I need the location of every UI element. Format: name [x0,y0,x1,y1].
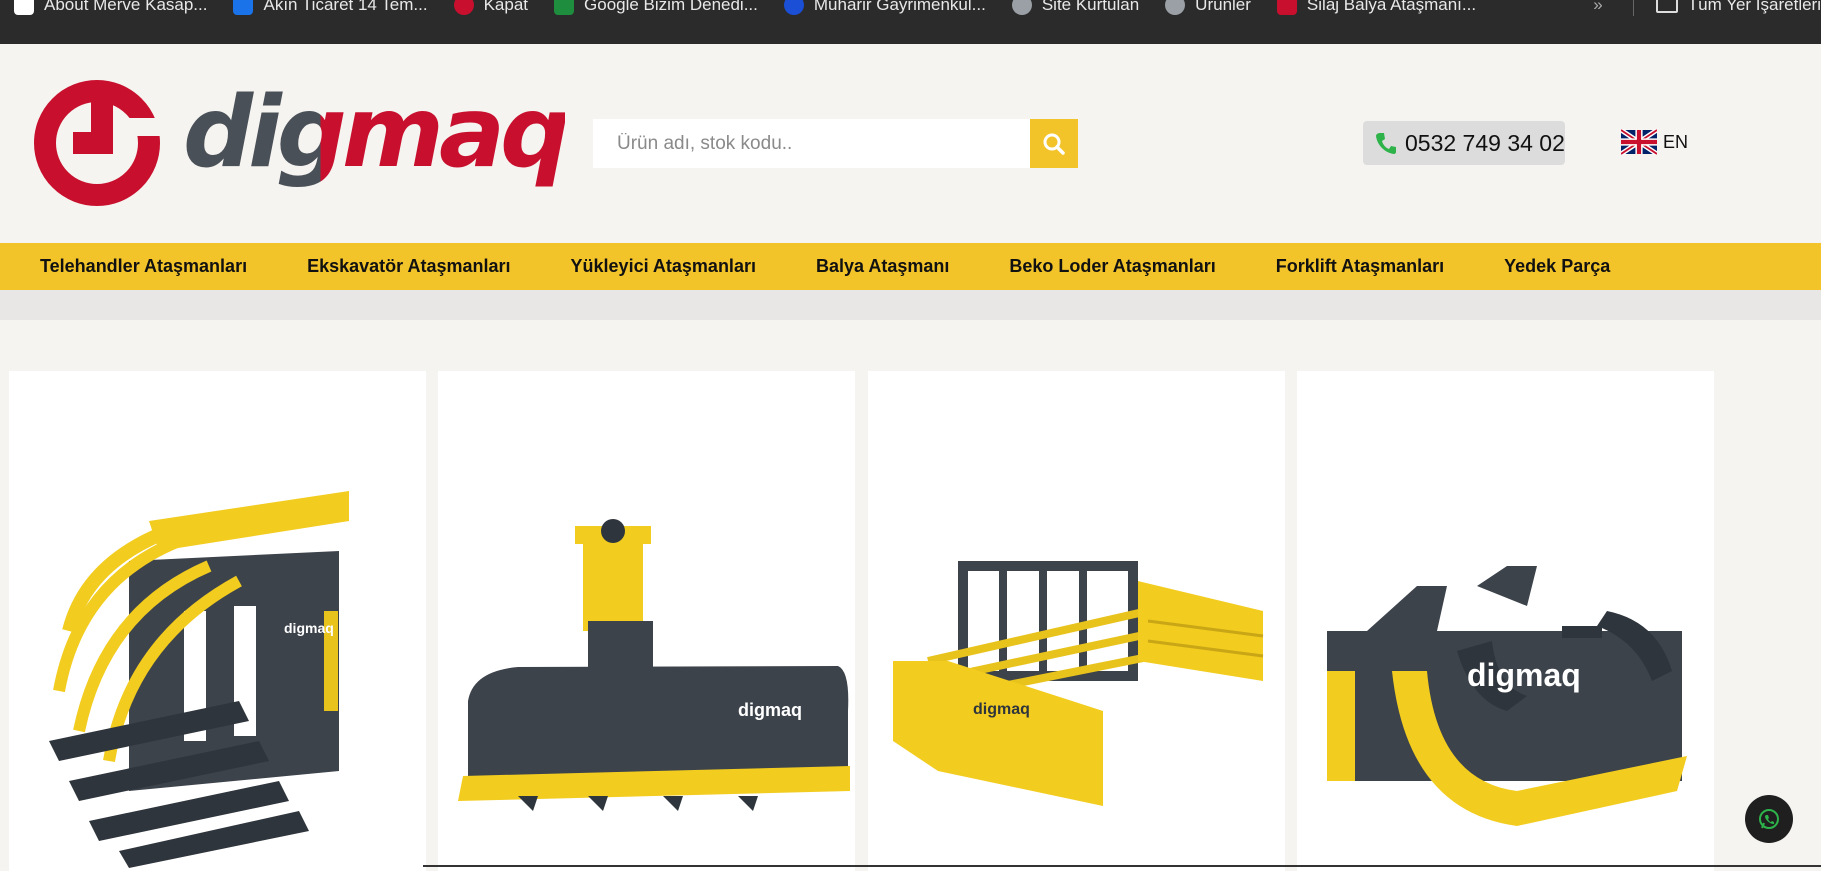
globe-icon [1165,0,1186,15]
logo-text: digmaq [183,76,570,190]
product-brand: digmaq [284,620,334,636]
product-card[interactable]: digmaq [438,371,855,871]
globe-icon [1011,0,1032,15]
bookmarks-list: About Merve Kasap... Akın Ticaret 14 Tem… [0,0,1502,24]
bookmarks-right: » Tüm Yer İşaretleri [1583,0,1821,24]
main-nav: Telehandler Ataşmanları Ekskavatör Ataşm… [0,243,1821,290]
uk-flag-icon [1621,129,1657,155]
sub-bar [0,290,1821,320]
bookmarks-bar: About Merve Kasap... Akın Ticaret 14 Tem… [0,0,1821,44]
bookmark-item[interactable]: Ürünler [1165,0,1251,15]
whatsapp-icon [1759,809,1779,829]
site-icon [453,0,474,15]
bookmarks-overflow-button[interactable]: » [1593,0,1602,15]
bookmark-item[interactable]: Kapat [453,0,528,15]
rotary-tiller-image: digmaq [458,519,850,811]
bookmark-item[interactable]: About Merve Kasap... [14,0,207,15]
product-card[interactable]: digmaq [9,371,426,871]
phone-link[interactable]: 0532 749 34 02 [1363,121,1565,165]
phone-icon [1376,133,1396,154]
bale-squeezer-image: digmaq [893,561,1264,806]
language-switcher[interactable]: EN [1621,129,1688,155]
product-brand: digmaq [738,700,802,720]
language-label: EN [1663,131,1689,152]
logo-wordmark: digmaq [183,84,570,182]
nav-forklift[interactable]: Forklift Ataşmanları [1276,256,1444,277]
nav-yukleyici[interactable]: Yükleyici Ataşmanları [571,256,756,277]
site-icon [554,0,575,15]
product-brand: digmaq [1467,657,1581,693]
digmaq-logo[interactable]: digmaq [33,78,570,208]
phone-number: 0532 749 34 02 [1405,129,1565,156]
folder-icon [1655,0,1678,13]
product-grid: digmaq digmaq digmaq digmaq [0,371,1821,871]
bale-grab-fork-image: digmaq [49,491,349,868]
search-button[interactable] [1030,119,1078,168]
nav-telehandler[interactable]: Telehandler Ataşmanları [40,256,247,277]
bookmark-item[interactable]: Site Kurtulan [1011,0,1139,15]
bookmark-item[interactable]: Muharir Gayrimenkul... [783,0,986,15]
site-icon [1276,0,1297,15]
bookmark-item[interactable]: Akın Ticaret 14 Tem... [233,0,428,15]
product-card[interactable]: digmaq [1297,371,1714,871]
search-bar [593,119,1078,168]
root-grapple-image: digmaq [1327,566,1687,826]
product-brand: digmaq [973,701,1030,718]
whatsapp-button[interactable] [1745,795,1793,843]
search-icon [1043,133,1065,155]
site-header: digmaq 0532 749 34 02 EN [0,44,1821,243]
site-icon [233,0,254,15]
page-icon [14,0,34,15]
nav-yedek-parca[interactable]: Yedek Parça [1504,256,1610,277]
product-card[interactable]: digmaq [868,371,1285,871]
nav-beko-loder[interactable]: Beko Loder Ataşmanları [1009,256,1215,277]
divider [1632,0,1634,16]
nav-ekskavator[interactable]: Ekskavatör Ataşmanları [307,256,510,277]
search-input[interactable] [593,119,1030,168]
bookmark-item[interactable]: Silaj Balya Ataşmanı... [1276,0,1476,15]
bookmark-item[interactable]: Google Bizim Denedi... [554,0,758,15]
all-bookmarks-button[interactable]: Tüm Yer İşaretleri [1688,0,1821,15]
site-icon [783,0,804,15]
nav-balya[interactable]: Balya Ataşmanı [816,256,949,277]
